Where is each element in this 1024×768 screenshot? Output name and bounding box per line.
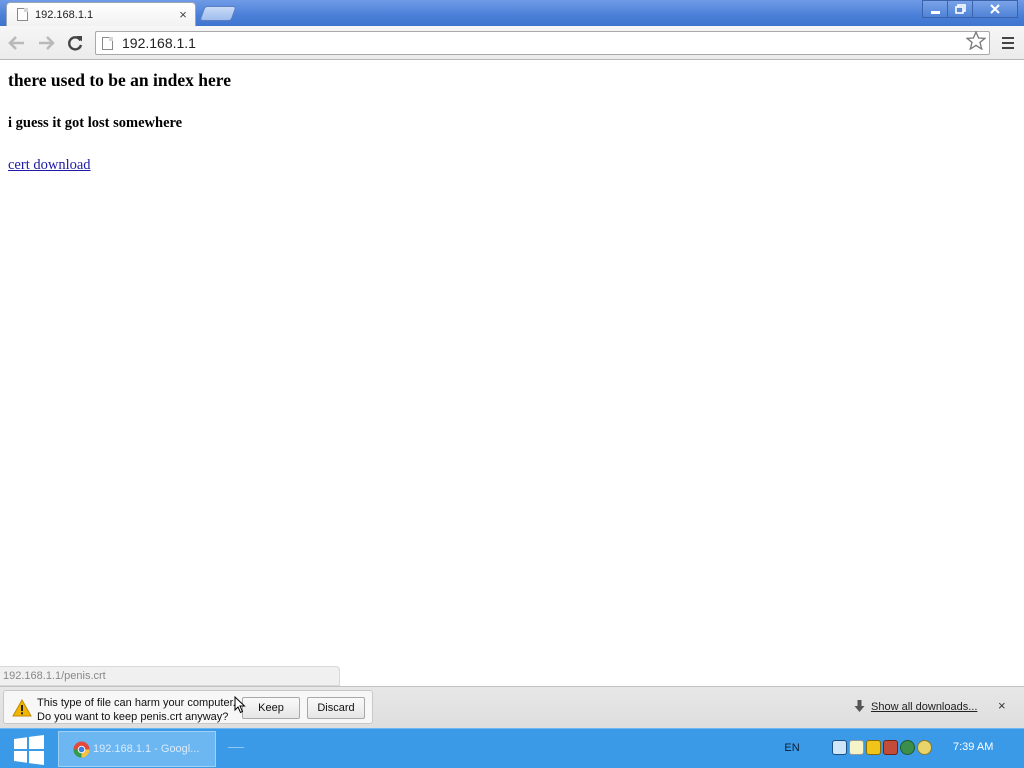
show-all-downloads-link[interactable]: Show all downloads... [854, 700, 977, 713]
back-arrow-icon [8, 36, 24, 50]
mouse-cursor-icon [234, 695, 246, 719]
download-item: This type of file can harm your computer… [3, 690, 373, 724]
minimize-icon [930, 10, 940, 14]
download-warning-text: This type of file can harm your computer… [37, 696, 236, 724]
taskbar-app-label: 192.168.1.1 - Googl... [93, 743, 200, 755]
restore-button[interactable] [947, 0, 973, 18]
cert-download-link[interactable]: cert download [8, 157, 91, 174]
system-tray [832, 740, 932, 755]
taskbar-separator [228, 747, 244, 748]
browser-toolbar: 192.168.1.1 [0, 26, 1024, 60]
tab-title: 192.168.1.1 [35, 8, 94, 21]
tray-clock-icon[interactable] [917, 740, 932, 755]
download-shelf: This type of file can harm your computer… [0, 686, 1024, 728]
window-controls [922, 0, 1018, 18]
back-button[interactable] [6, 32, 28, 54]
close-shelf-button[interactable]: × [998, 698, 1006, 713]
browser-tab[interactable]: 192.168.1.1 × [6, 2, 196, 26]
page-content: there used to be an index here i guess i… [0, 61, 1024, 686]
star-icon [965, 29, 987, 50]
taskbar-chrome-window[interactable]: 192.168.1.1 - Googl... [58, 731, 216, 767]
page-heading: there used to be an index here [8, 70, 231, 90]
warning-line-2: Do you want to keep penis.crt anyway? [37, 711, 229, 723]
download-arrow-icon [854, 700, 865, 712]
page-icon [17, 8, 28, 21]
warning-line-1: This type of file can harm your computer… [37, 697, 236, 709]
warning-icon [12, 698, 32, 722]
windows-logo-icon [14, 735, 44, 765]
menu-icon [1002, 37, 1014, 39]
tray-app-icon[interactable] [883, 740, 898, 755]
show-all-downloads-label[interactable]: Show all downloads... [871, 701, 977, 713]
close-window-button[interactable] [972, 0, 1018, 18]
minimize-button[interactable] [922, 0, 948, 18]
network-icon[interactable] [832, 740, 847, 755]
new-tab-button[interactable] [199, 6, 237, 21]
language-indicator[interactable]: EN [781, 742, 803, 754]
notes-icon[interactable] [849, 740, 864, 755]
status-url-bubble: 192.168.1.1/penis.crt [0, 666, 340, 686]
tab-close-button[interactable]: × [177, 8, 189, 21]
address-bar[interactable]: 192.168.1.1 [95, 29, 990, 56]
taskbar-clock[interactable]: 7:39 AM [953, 741, 993, 753]
taskbar: 192.168.1.1 - Googl... EN 7:39 AM [0, 728, 1024, 768]
start-button[interactable] [13, 735, 45, 765]
security-shield-icon[interactable] [866, 740, 881, 755]
close-icon [990, 4, 1000, 14]
restore-icon [954, 4, 966, 14]
discard-button[interactable]: Discard [307, 697, 365, 719]
title-bar: 192.168.1.1 × [0, 0, 1024, 26]
page-icon [102, 36, 113, 50]
reload-button[interactable] [64, 32, 86, 54]
forward-arrow-icon [39, 36, 55, 50]
page-subheading: i guess it got lost somewhere [8, 115, 183, 131]
tray-globe-icon[interactable] [900, 740, 915, 755]
chrome-icon [73, 740, 90, 758]
forward-button[interactable] [35, 32, 57, 54]
reload-icon [68, 36, 83, 51]
chrome-menu-button[interactable] [998, 34, 1018, 52]
url-text[interactable]: 192.168.1.1 [122, 35, 963, 51]
keep-button[interactable]: Keep [242, 697, 300, 719]
bookmark-star-button[interactable] [963, 29, 989, 56]
